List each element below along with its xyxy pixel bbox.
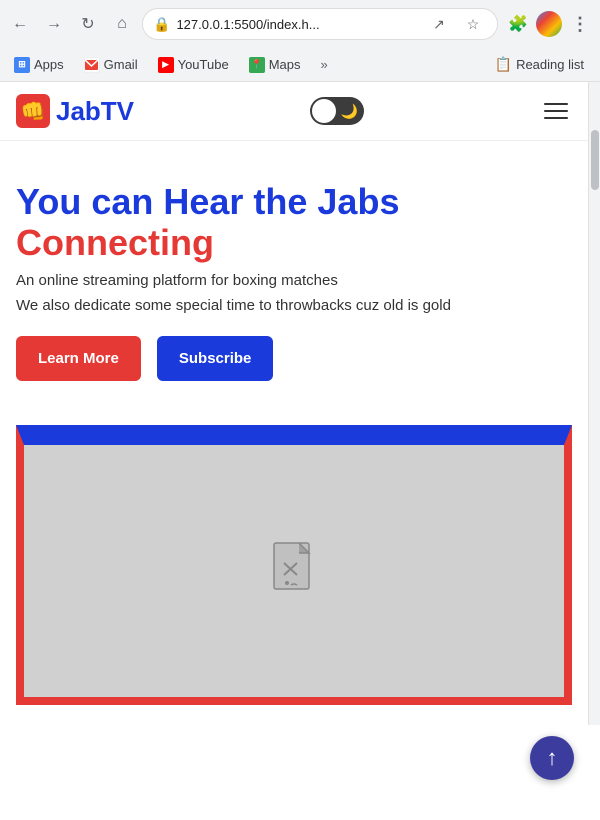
toggle-knob [312,99,336,123]
reading-list-button[interactable]: 📋 Reading list [487,52,592,77]
hero-buttons: Learn More Subscribe [16,336,572,381]
bookmark-gmail-label: Gmail [104,57,138,72]
moon-icon: 🌙 [341,103,358,120]
browser-top-bar: ← → ↻ ⌂ 🔒 127.0.0.1:5500/index.h... ↗ ☆ … [0,0,600,48]
hero-title-line2: Connecting [16,222,214,263]
bookmark-maps[interactable]: 📍 Maps [243,53,307,77]
url-text: 127.0.0.1:5500/index.h... [176,17,419,32]
apps-icon: ⊞ [14,57,30,73]
hamburger-line-3 [544,117,568,119]
browser-right-controls: 🧩 ⋮ [504,10,594,38]
maps-icon: 📍 [249,57,265,73]
share-button[interactable]: ↗ [425,10,453,38]
hero-title: You can Hear the Jabs Connecting [16,181,572,264]
reading-list-icon: 📋 [495,56,512,73]
broken-image [269,541,319,601]
scrollbar-track[interactable] [588,82,600,725]
hero-title-line1: You can Hear the Jabs [16,181,399,222]
home-button[interactable]: ⌂ [108,10,136,38]
logo-text: JabTV [56,96,134,127]
hero-section: You can Hear the Jabs Connecting An onli… [0,141,588,425]
site-header: 👊 JabTV 🌙 [0,82,588,141]
reload-button[interactable]: ↻ [74,10,102,38]
bookmark-star-button[interactable]: ☆ [459,10,487,38]
bookmark-gmail[interactable]: Gmail [78,53,144,77]
back-button[interactable]: ← [6,10,34,38]
gmail-icon [84,57,100,73]
hamburger-menu[interactable] [540,99,572,123]
more-bookmarks[interactable]: » [314,53,333,76]
scroll-up-icon: ↑ [547,745,558,771]
page-wrapper: 👊 JabTV 🌙 You can Hear the Jabs Connecti… [0,82,600,725]
bookmark-youtube-label: YouTube [178,57,229,72]
logo: 👊 JabTV [16,94,134,128]
reading-list-label: Reading list [516,57,584,72]
youtube-icon: ▶ [158,57,174,73]
address-bar[interactable]: 🔒 127.0.0.1:5500/index.h... ↗ ☆ [142,8,498,40]
learn-more-button[interactable]: Learn More [16,336,141,381]
forward-button[interactable]: → [40,10,68,38]
page-content: 👊 JabTV 🌙 You can Hear the Jabs Connecti… [0,82,588,725]
browser-chrome: ← → ↻ ⌂ 🔒 127.0.0.1:5500/index.h... ↗ ☆ … [0,0,600,82]
dark-mode-toggle[interactable]: 🌙 [310,97,364,125]
bookmarks-bar: ⊞ Apps Gmail ▶ YouTube 📍 Maps [0,48,600,82]
video-container [16,425,572,705]
menu-button[interactable]: ⋮ [566,10,594,38]
bookmark-youtube[interactable]: ▶ YouTube [152,53,235,77]
logo-fist-icon: 👊 [16,94,50,128]
avatar[interactable] [536,11,562,37]
subscribe-button[interactable]: Subscribe [157,336,274,381]
hero-subtitle-1: An online streaming platform for boxing … [16,270,572,291]
bookmark-apps-label: Apps [34,57,64,72]
hamburger-line-1 [544,103,568,105]
scrollbar-thumb[interactable] [591,130,599,190]
lock-icon: 🔒 [153,16,170,33]
extensions-button[interactable]: 🧩 [504,10,532,38]
bookmark-apps[interactable]: ⊞ Apps [8,53,70,77]
hero-subtitle-2: We also dedicate some special time to th… [16,295,572,316]
bookmark-maps-label: Maps [269,57,301,72]
scroll-to-top-button[interactable]: ↑ [530,736,574,780]
hamburger-line-2 [544,110,568,112]
